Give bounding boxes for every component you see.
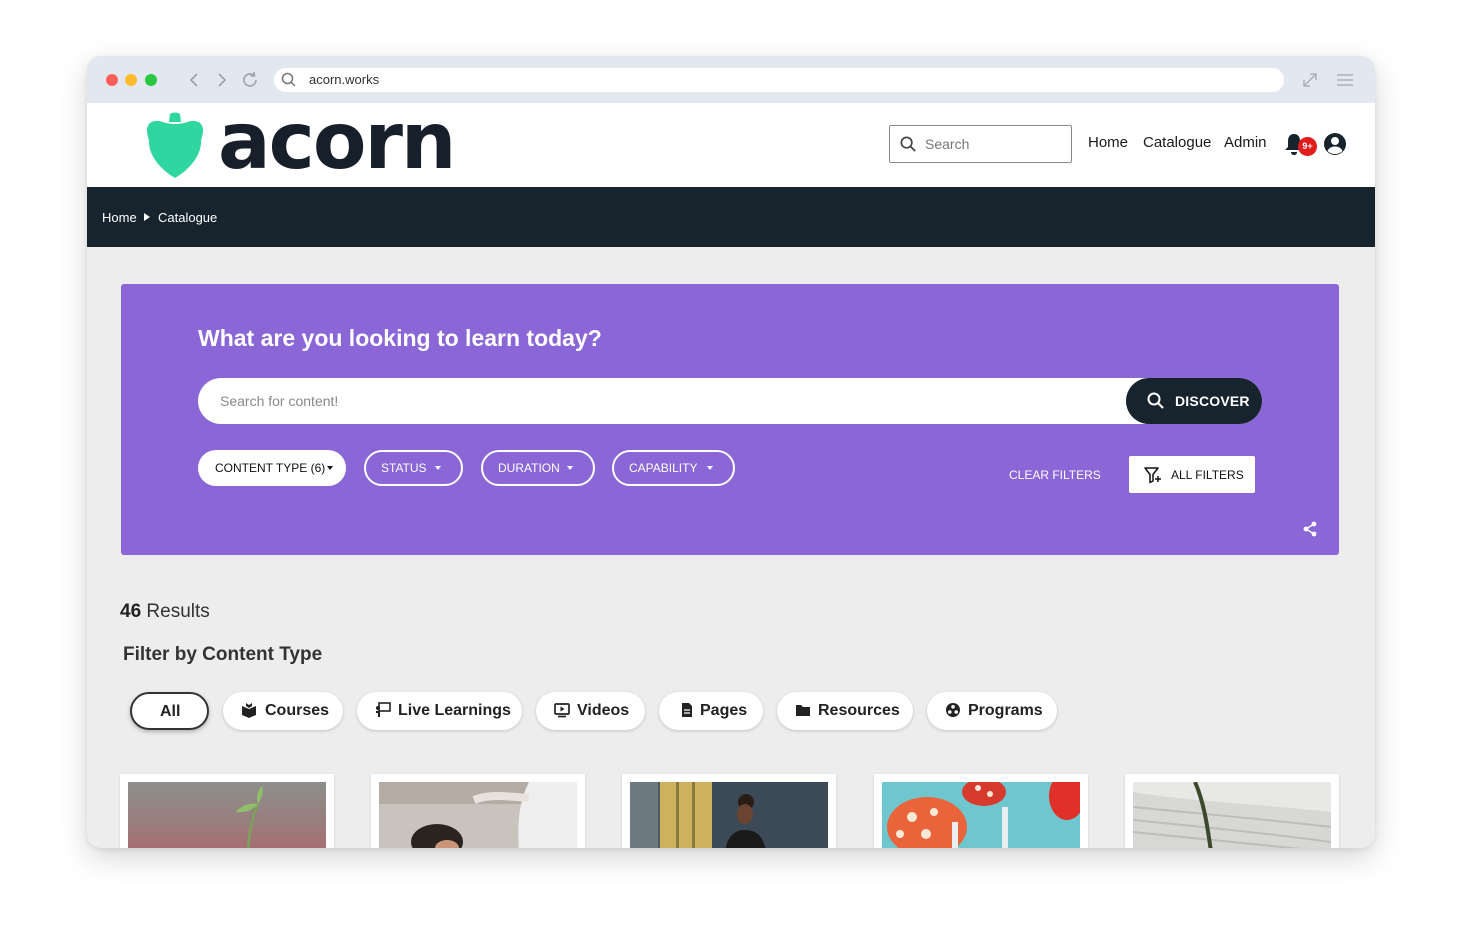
- chevron-left-icon[interactable]: [184, 69, 206, 91]
- content-card[interactable]: [371, 774, 585, 848]
- type-filter-courses[interactable]: Courses: [223, 692, 343, 730]
- card-thumbnail-sprout: [128, 782, 326, 848]
- menu-icon[interactable]: [1334, 69, 1356, 91]
- card-thumbnail-mushrooms: [882, 782, 1080, 848]
- search-icon: [281, 72, 296, 87]
- breadcrumb: Home Catalogue: [87, 187, 1375, 247]
- search-icon: [1147, 392, 1164, 409]
- url-text: acorn.works: [309, 72, 380, 87]
- nav-catalogue-link[interactable]: Catalogue: [1143, 134, 1211, 151]
- folder-icon: [796, 705, 810, 716]
- content-type-filter[interactable]: CONTENT TYPE (6): [198, 450, 346, 486]
- status-filter[interactable]: STATUS: [364, 450, 463, 486]
- results-number: 46: [120, 601, 142, 622]
- caret-down-icon: [327, 466, 333, 470]
- logo-text[interactable]: acorn: [218, 97, 456, 187]
- content-card[interactable]: [874, 774, 1088, 848]
- type-filter-label: Programs: [968, 702, 1043, 719]
- browser-window: acorn.works acorn Home Catalogue Admin 9…: [87, 56, 1375, 848]
- app-header: acorn Home Catalogue Admin 9+: [87, 97, 1375, 187]
- results-label: Results: [146, 601, 210, 622]
- all-filters-label: ALL FILTERS: [1171, 468, 1244, 482]
- address-bar[interactable]: acorn.works: [274, 68, 1284, 92]
- document-icon: [682, 703, 692, 717]
- type-filter-videos[interactable]: Videos: [536, 692, 645, 730]
- filter-add-icon: [1144, 467, 1161, 484]
- content-type-filter-label: CONTENT TYPE (6): [215, 461, 326, 475]
- browser-toolbar: acorn.works: [87, 56, 1375, 103]
- reload-icon[interactable]: [239, 69, 261, 91]
- type-filter-label: All: [160, 703, 181, 720]
- maximize-window-button[interactable]: [145, 74, 157, 86]
- content-search-input[interactable]: [220, 391, 1100, 411]
- breadcrumb-separator-icon: [144, 213, 150, 221]
- status-filter-label: STATUS: [381, 461, 427, 475]
- type-filter-label: Pages: [700, 702, 748, 719]
- breadcrumb-catalogue[interactable]: Catalogue: [158, 210, 217, 225]
- hero-title: What are you looking to learn today?: [198, 325, 602, 351]
- content-card[interactable]: [622, 774, 836, 848]
- capability-filter[interactable]: CAPABILITY: [612, 450, 735, 486]
- caret-down-icon: [707, 466, 713, 470]
- book-icon: [242, 703, 256, 718]
- filter-by-content-type-heading: Filter by Content Type: [123, 644, 323, 665]
- content-card[interactable]: [1125, 774, 1339, 848]
- caret-down-icon: [567, 466, 573, 470]
- card-thumbnail-student: [630, 782, 828, 848]
- minimize-window-button[interactable]: [125, 74, 137, 86]
- header-search-field[interactable]: [889, 125, 1072, 163]
- type-filter-pages[interactable]: Pages: [659, 692, 763, 730]
- duration-filter-label: DURATION: [498, 461, 560, 475]
- results-count: 46 Results: [120, 601, 210, 623]
- account-icon[interactable]: [1323, 132, 1347, 156]
- discovery-hero: What are you looking to learn today? DIS…: [121, 284, 1339, 555]
- content-search-field[interactable]: [198, 378, 1262, 424]
- caret-down-icon: [435, 466, 441, 470]
- type-filter-programs[interactable]: Programs: [927, 692, 1057, 730]
- video-icon: [554, 703, 570, 718]
- type-filter-label: Videos: [577, 702, 630, 719]
- card-thumbnail-teacher: [379, 782, 577, 848]
- discover-label: DISCOVER: [1175, 393, 1250, 409]
- clear-filters-button[interactable]: CLEAR FILTERS: [1009, 468, 1101, 482]
- nav-admin-link[interactable]: Admin: [1224, 134, 1267, 151]
- content-card[interactable]: [120, 774, 334, 848]
- expand-icon[interactable]: [1299, 69, 1321, 91]
- chevron-right-icon[interactable]: [210, 69, 232, 91]
- type-filter-label: Courses: [265, 702, 330, 719]
- breadcrumb-home[interactable]: Home: [102, 210, 137, 225]
- all-filters-button[interactable]: ALL FILTERS: [1129, 456, 1255, 493]
- type-filter-label: Live Learnings: [398, 702, 511, 719]
- discover-button[interactable]: DISCOVER: [1126, 378, 1262, 424]
- header-search-input[interactable]: [925, 134, 1065, 154]
- acorn-logo-icon[interactable]: [145, 112, 205, 178]
- type-filter-label: Resources: [818, 702, 900, 719]
- duration-filter[interactable]: DURATION: [481, 450, 595, 486]
- nav-home-link[interactable]: Home: [1088, 134, 1128, 151]
- programs-icon: [946, 703, 960, 717]
- notification-badge: 9+: [1298, 137, 1317, 156]
- capability-filter-label: CAPABILITY: [629, 461, 698, 475]
- type-filter-live-learnings[interactable]: Live Learnings: [357, 692, 522, 730]
- close-window-button[interactable]: [106, 74, 118, 86]
- card-thumbnail-papers: [1133, 782, 1331, 848]
- presenter-icon: [376, 702, 391, 717]
- type-filter-all[interactable]: All: [130, 692, 209, 730]
- share-icon[interactable]: [1301, 520, 1319, 538]
- search-icon: [900, 136, 916, 152]
- type-filter-resources[interactable]: Resources: [777, 692, 913, 730]
